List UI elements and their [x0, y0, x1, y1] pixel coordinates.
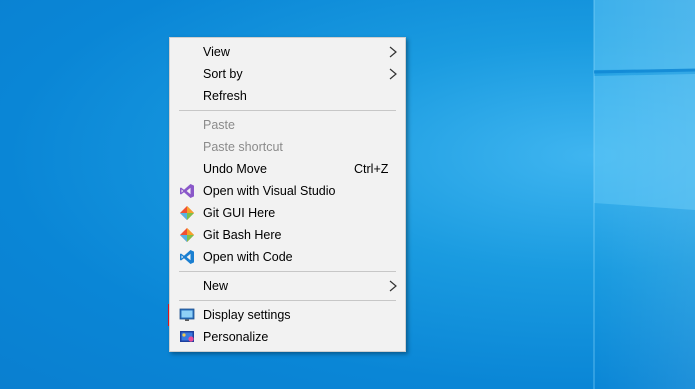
git-gui-label: Git GUI Here	[203, 206, 276, 220]
display-icon	[179, 308, 195, 321]
vscode-icon	[180, 250, 194, 264]
git-icon	[180, 206, 194, 220]
menu-separator	[179, 110, 396, 111]
paste-label: Paste	[203, 118, 235, 132]
git-bash-label: Git Bash Here	[203, 228, 282, 242]
undo-move-shortcut: Ctrl+Z	[354, 162, 389, 176]
menu-item-view[interactable]: View	[170, 41, 405, 63]
sort-by-label: Sort by	[203, 67, 243, 81]
menu-item-display-settings[interactable]: Display settings	[170, 304, 405, 326]
display-settings-label: Display settings	[203, 308, 291, 322]
undo-move-label: Undo Move	[203, 162, 267, 176]
open-visual-studio-label: Open with Visual Studio	[203, 184, 336, 198]
desktop-context-menu: View Sort by Refresh Paste Paste shortcu…	[169, 37, 406, 352]
menu-item-sort-by[interactable]: Sort by	[170, 63, 405, 85]
menu-separator	[179, 271, 396, 272]
personalize-label: Personalize	[203, 330, 269, 344]
menu-item-refresh[interactable]: Refresh	[170, 85, 405, 107]
paste-shortcut-label: Paste shortcut	[203, 140, 283, 154]
chevron-right-icon	[389, 68, 397, 80]
menu-item-new[interactable]: New	[170, 275, 405, 297]
menu-item-paste: Paste	[170, 114, 405, 136]
menu-item-git-gui[interactable]: Git GUI Here	[170, 202, 405, 224]
open-with-code-label: Open with Code	[203, 250, 293, 264]
menu-item-personalize[interactable]: Personalize	[170, 326, 405, 348]
git-icon	[180, 228, 194, 242]
visual-studio-icon	[180, 184, 194, 198]
menu-item-git-bash[interactable]: Git Bash Here	[170, 224, 405, 246]
menu-item-paste-shortcut: Paste shortcut	[170, 136, 405, 158]
chevron-right-icon	[389, 46, 397, 58]
menu-item-open-visual-studio[interactable]: Open with Visual Studio	[170, 180, 405, 202]
new-label: New	[203, 279, 229, 293]
chevron-right-icon	[389, 280, 397, 292]
view-label: View	[203, 45, 230, 59]
menu-separator	[179, 300, 396, 301]
menu-item-undo-move[interactable]: Undo Move Ctrl+Z	[170, 158, 405, 180]
refresh-label: Refresh	[203, 89, 247, 103]
personalize-icon	[180, 331, 194, 342]
menu-item-open-with-code[interactable]: Open with Code	[170, 246, 405, 268]
